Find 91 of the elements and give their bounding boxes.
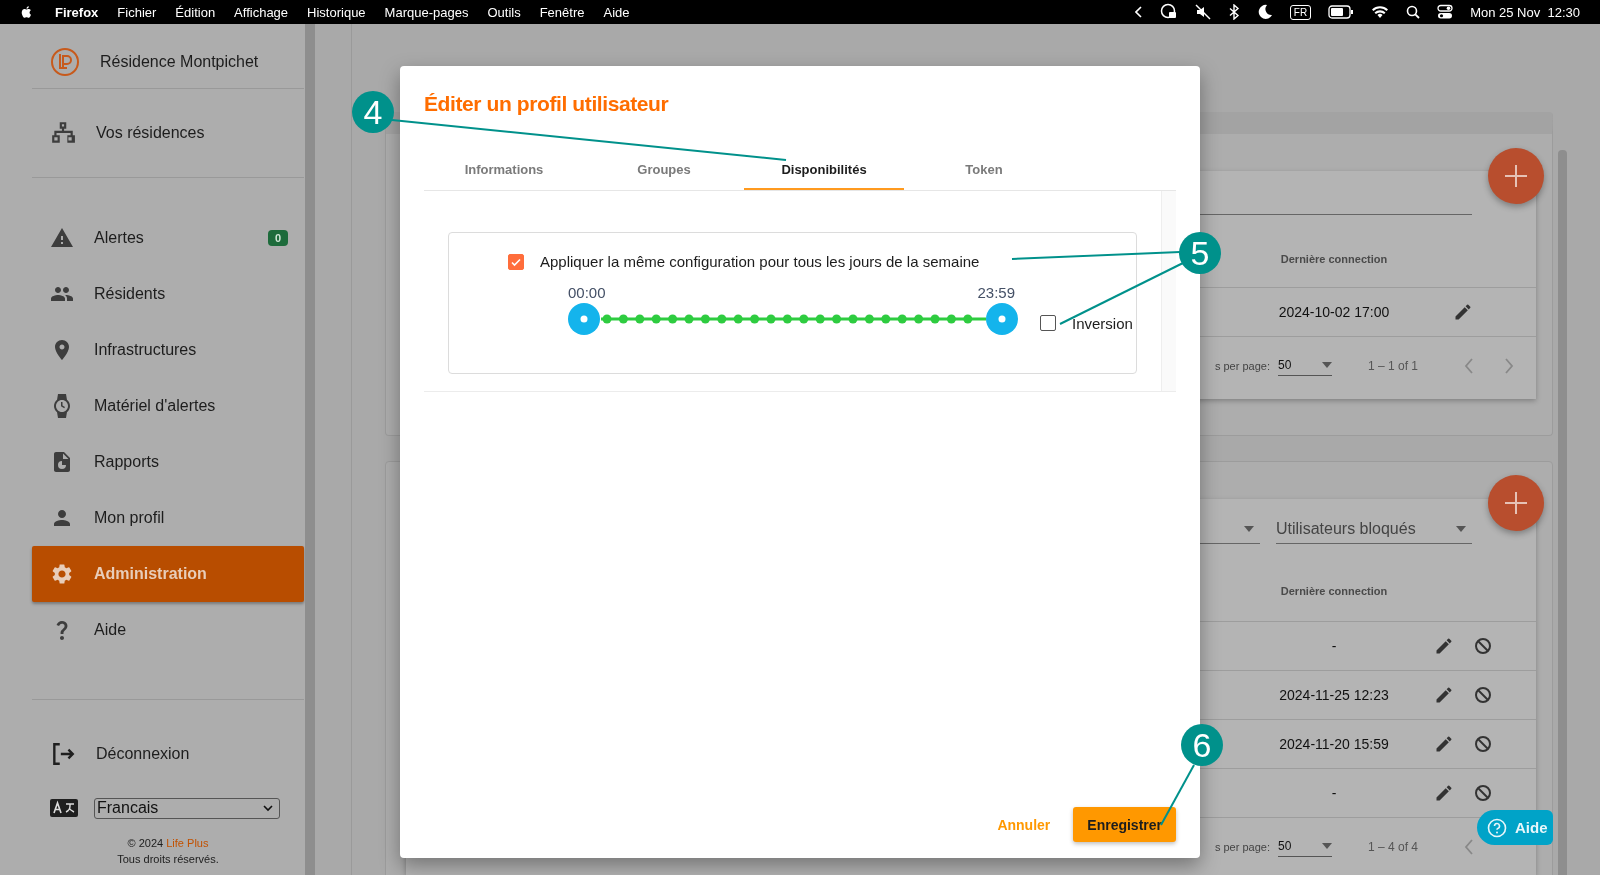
table-cell-text: 2024-11-20 15:59: [1278, 736, 1390, 752]
battery-icon[interactable]: [1328, 5, 1355, 19]
per-page-select[interactable]: 50: [1277, 355, 1332, 376]
chevron-left-icon[interactable]: [1134, 6, 1143, 18]
add-button[interactable]: [1488, 148, 1544, 204]
count-badge: 0: [267, 230, 288, 246]
sidebar-item[interactable]: Résidents: [32, 266, 304, 322]
per-page-select[interactable]: 50: [1277, 836, 1332, 857]
settings-icon: [50, 562, 74, 586]
menu-item[interactable]: Fenêtre: [539, 4, 585, 20]
slider-thumb[interactable]: [568, 303, 600, 335]
lock-circle-icon[interactable]: [1159, 3, 1178, 21]
search-icon[interactable]: [1406, 5, 1421, 19]
sidebar-item[interactable]: Alertes 0: [32, 210, 304, 266]
menu-item[interactable]: Édition: [175, 4, 216, 20]
caret-icon: [1321, 843, 1332, 849]
logout-link[interactable]: Déconnexion: [32, 728, 304, 780]
tab[interactable]: Groupes: [584, 150, 744, 190]
edit-icon[interactable]: [1434, 636, 1454, 656]
per-page-label: s per page:: [1214, 840, 1270, 853]
network-icon: [50, 120, 76, 146]
muted-speaker-icon[interactable]: [1194, 4, 1211, 20]
wifi-icon[interactable]: [1371, 5, 1390, 19]
tab[interactable]: Disponibilités: [744, 150, 904, 190]
checkbox-label: Appliquer la même configuration pour tous les jours de la semaine: [540, 253, 980, 270]
per-page-label: s per page:: [1214, 359, 1270, 372]
page-range: 1 – 4 of 4: [1367, 839, 1418, 854]
checkbox[interactable]: [1040, 315, 1056, 331]
page-range: 1 – 1 of 1: [1367, 358, 1418, 373]
residence-name: Résidence Montpichet: [100, 53, 259, 71]
help-icon: [1487, 817, 1507, 838]
moon-icon[interactable]: [1256, 4, 1273, 20]
caret-icon: [1244, 525, 1254, 532]
block-icon[interactable]: [1474, 784, 1492, 802]
leader-line: [1160, 764, 1195, 826]
block-icon[interactable]: [1474, 686, 1492, 704]
end-time: 23:59: [977, 284, 1015, 301]
menu-item[interactable]: Affichage: [234, 4, 289, 20]
slider-track[interactable]: [601, 314, 986, 324]
warning-icon: [50, 226, 74, 250]
logo-icon: [50, 47, 80, 77]
sidebar-item[interactable]: Matériel d'alertes: [32, 378, 304, 434]
slider-thumb[interactable]: [986, 303, 1018, 335]
residences-link[interactable]: Vos résidences: [32, 89, 304, 177]
add-button[interactable]: [1488, 475, 1544, 531]
table-cell-text: -: [1330, 638, 1338, 654]
tab[interactable]: Token: [904, 150, 1064, 190]
copyright-text: © 2024 Life Plus: [126, 836, 210, 851]
edit-icon[interactable]: [1434, 734, 1454, 754]
logout-icon: [50, 741, 76, 767]
menu-item[interactable]: Marque-pages: [384, 4, 469, 20]
plus-icon: [1504, 491, 1528, 515]
apple-icon[interactable]: [20, 4, 34, 20]
edit-icon[interactable]: [1453, 302, 1473, 322]
translate-icon: [50, 798, 78, 818]
sidebar-item[interactable]: Rapports: [32, 434, 304, 490]
menu-item[interactable]: Firefox: [55, 4, 99, 20]
filter-select[interactable]: Utilisateurs bloqués: [1276, 514, 1472, 544]
callout-number: 4: [352, 91, 394, 133]
tab[interactable]: Informations: [424, 150, 584, 190]
edit-icon[interactable]: [1434, 783, 1454, 803]
language-select[interactable]: Francais: [94, 797, 280, 819]
edit-icon[interactable]: [1434, 685, 1454, 705]
column-header: Dernière connection: [1279, 585, 1389, 597]
checkbox[interactable]: [508, 253, 524, 270]
checkbox-label: Inversion: [1072, 315, 1133, 332]
menu-item[interactable]: Historique: [307, 4, 366, 20]
menu-item[interactable]: Aide: [603, 4, 630, 20]
toggle-icon[interactable]: [1437, 4, 1454, 20]
block-icon[interactable]: [1474, 637, 1492, 655]
dialog-title: Éditer un profil utilisateur: [424, 92, 670, 117]
bluetooth-icon[interactable]: [1227, 4, 1240, 20]
sidebar-item[interactable]: Aide: [32, 602, 304, 658]
sidebar-item[interactable]: Infrastructures: [32, 322, 304, 378]
table-cell-text: -: [1330, 785, 1338, 801]
plus-icon: [1504, 164, 1528, 188]
clock-text[interactable]: Mon 25 Nov 12:30: [1470, 4, 1580, 20]
caret-icon: [1456, 525, 1466, 532]
caret-icon: [1321, 362, 1332, 368]
start-time: 00:00: [568, 284, 606, 301]
sidebar-item[interactable]: Mon profil: [32, 490, 304, 546]
input-source-badge[interactable]: FR: [1289, 4, 1312, 20]
menu-item[interactable]: Fichier: [117, 4, 157, 20]
table-cell-text: 2024-11-25 12:23: [1278, 687, 1390, 703]
caret-icon: [263, 804, 273, 812]
menu-item[interactable]: Outils: [487, 4, 521, 20]
rights-text: Tous droits réservés.: [116, 852, 220, 867]
block-icon[interactable]: [1474, 735, 1492, 753]
save-button[interactable]: Enregistrer: [1073, 807, 1176, 842]
column-header: Dernière connection: [1279, 253, 1389, 265]
table-cell-text: 2024-10-02 17:00: [1277, 304, 1391, 320]
